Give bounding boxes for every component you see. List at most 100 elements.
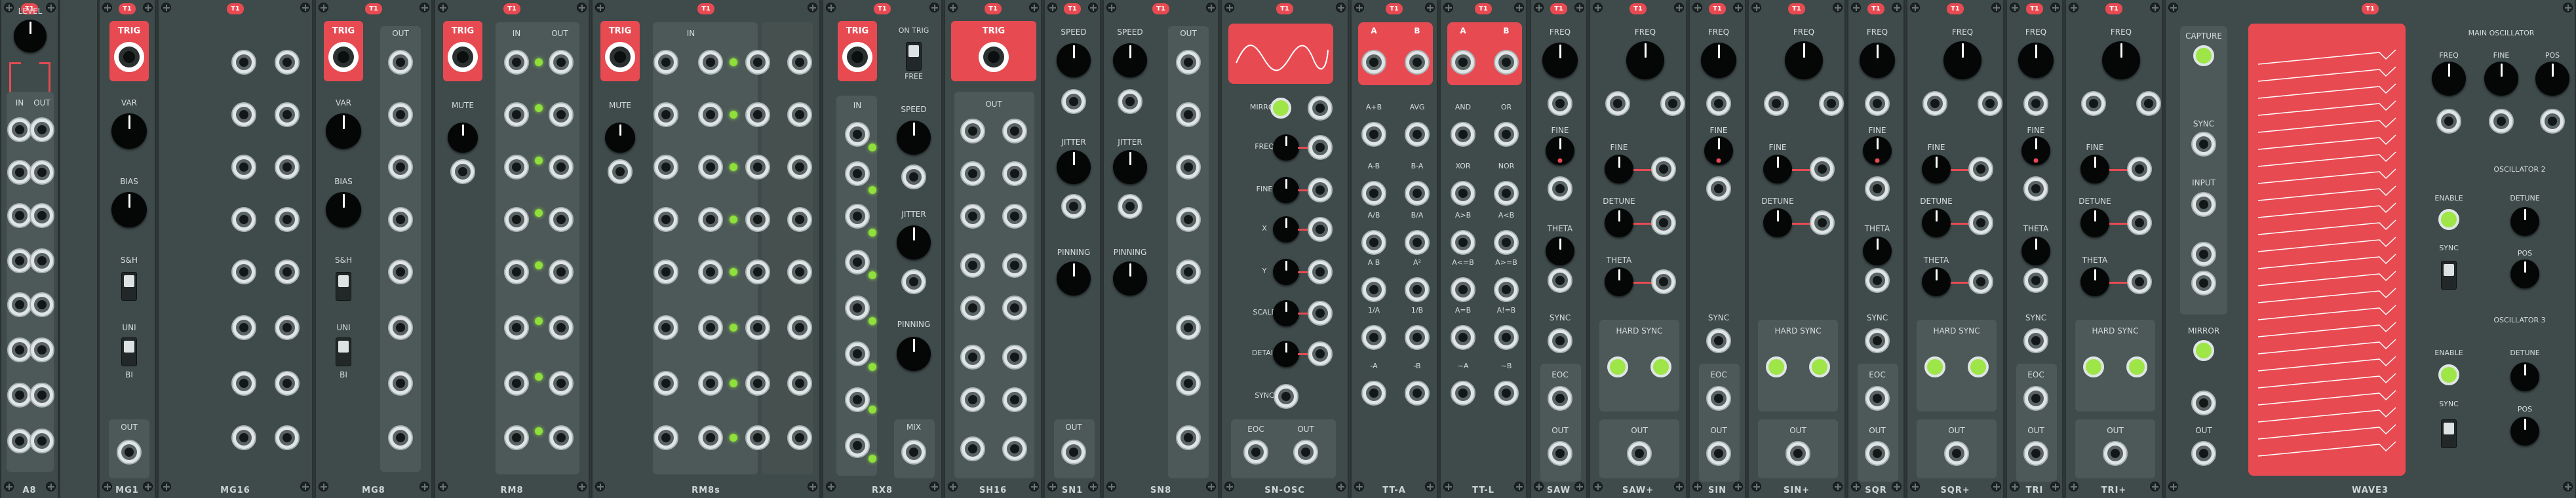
jack-port[interactable] — [1451, 230, 1475, 255]
jack-port[interactable] — [2436, 109, 2461, 134]
trigger-jack[interactable] — [842, 42, 872, 72]
jack-port[interactable] — [504, 371, 529, 396]
jack-port[interactable] — [1361, 277, 1386, 302]
knob[interactable] — [2510, 417, 2539, 446]
led-button[interactable] — [1968, 356, 1989, 377]
jack-port[interactable] — [1176, 50, 1201, 75]
jack-port[interactable] — [654, 259, 678, 284]
jack-port[interactable] — [1494, 50, 1519, 75]
jack-port[interactable] — [1361, 381, 1386, 406]
jack-port[interactable] — [1176, 259, 1201, 284]
trigger-input[interactable]: TRIG — [109, 21, 149, 81]
jack-port[interactable] — [29, 160, 54, 185]
jack-port[interactable] — [1605, 91, 1630, 116]
jack-port[interactable] — [29, 248, 54, 273]
knob[interactable] — [2535, 62, 2569, 96]
jack-port[interactable] — [845, 341, 870, 366]
jack-port[interactable] — [1361, 325, 1386, 350]
jack-port[interactable] — [1451, 381, 1475, 406]
jack-port[interactable] — [388, 207, 413, 232]
jack-port[interactable] — [654, 102, 678, 127]
jack-port[interactable] — [29, 203, 54, 228]
jack-port[interactable] — [745, 207, 770, 232]
jack-port[interactable] — [1451, 122, 1475, 147]
toggle-switch[interactable] — [121, 337, 137, 366]
knob[interactable] — [2510, 259, 2539, 288]
jack-port[interactable] — [388, 259, 413, 284]
knob[interactable] — [1922, 155, 1951, 183]
jack-port[interactable] — [1706, 386, 1731, 411]
toggle-switch[interactable] — [336, 272, 351, 301]
jack-port[interactable] — [117, 440, 142, 465]
toggle-switch[interactable] — [906, 42, 922, 71]
jack-port[interactable] — [698, 259, 723, 284]
jack-port[interactable] — [504, 315, 529, 340]
jack-port[interactable] — [1706, 328, 1731, 353]
knob[interactable] — [1057, 150, 1091, 184]
jack-port[interactable] — [2136, 91, 2161, 116]
jack-port[interactable] — [654, 50, 678, 75]
jack-port[interactable] — [960, 119, 985, 144]
toggle-switch[interactable] — [336, 337, 351, 366]
knob[interactable] — [897, 121, 931, 155]
knob[interactable] — [1763, 155, 1792, 183]
jack-port[interactable] — [1865, 91, 1890, 116]
knob[interactable] — [326, 113, 361, 149]
jack-port[interactable] — [549, 259, 574, 284]
jack-port[interactable] — [1494, 230, 1519, 255]
jack-port[interactable] — [388, 425, 413, 450]
trigger-jack[interactable] — [114, 42, 144, 72]
jack-port[interactable] — [1002, 296, 1027, 320]
jack-port[interactable] — [275, 425, 300, 450]
jack-port[interactable] — [1308, 259, 1333, 284]
jack-port[interactable] — [504, 50, 529, 75]
jack-port[interactable] — [388, 102, 413, 127]
jack-port[interactable] — [1865, 176, 1890, 201]
jack-port[interactable] — [1118, 89, 1142, 114]
jack-port[interactable] — [960, 161, 985, 186]
jack-port[interactable] — [2023, 91, 2048, 116]
jack-port[interactable] — [7, 117, 32, 142]
jack-port[interactable] — [698, 425, 723, 450]
knob[interactable] — [2021, 237, 2050, 265]
jack-port[interactable] — [1944, 441, 1969, 466]
jack-port[interactable] — [1176, 425, 1201, 450]
led-button[interactable] — [2438, 209, 2459, 230]
jack-port[interactable] — [698, 102, 723, 127]
jack-port[interactable] — [960, 345, 985, 370]
jack-port[interactable] — [231, 259, 256, 284]
jack-port[interactable] — [1176, 102, 1201, 127]
jack-port[interactable] — [654, 155, 678, 180]
knob[interactable] — [1763, 208, 1792, 237]
trigger-jack[interactable] — [328, 42, 359, 72]
jack-port[interactable] — [698, 50, 723, 75]
jack-port[interactable] — [2191, 132, 2216, 157]
jack-port[interactable] — [1865, 386, 1890, 411]
jack-port[interactable] — [1361, 122, 1386, 147]
jack-port[interactable] — [29, 292, 54, 317]
jack-port[interactable] — [845, 204, 870, 229]
knob[interactable] — [111, 113, 147, 149]
jack-port[interactable] — [1451, 277, 1475, 302]
jack-port[interactable] — [1002, 253, 1027, 278]
jack-port[interactable] — [1308, 301, 1333, 326]
jack-port[interactable] — [654, 371, 678, 396]
jack-port[interactable] — [787, 50, 812, 75]
jack-port[interactable] — [1494, 325, 1519, 350]
jack-port[interactable] — [549, 50, 574, 75]
jack-port[interactable] — [1405, 325, 1430, 350]
knob[interactable] — [1273, 134, 1299, 161]
knob[interactable] — [1273, 300, 1299, 326]
knob[interactable] — [1605, 155, 1633, 183]
knob[interactable] — [1273, 177, 1299, 203]
jack-port[interactable] — [845, 250, 870, 275]
jack-port[interactable] — [1061, 89, 1086, 114]
trigger-jack[interactable] — [979, 42, 1009, 72]
jack-port[interactable] — [698, 207, 723, 232]
jack-port[interactable] — [845, 161, 870, 186]
jack-port[interactable] — [549, 425, 574, 450]
knob[interactable] — [2432, 62, 2466, 96]
jack-port[interactable] — [1405, 50, 1430, 75]
jack-port[interactable] — [787, 371, 812, 396]
jack-port[interactable] — [1451, 325, 1475, 350]
